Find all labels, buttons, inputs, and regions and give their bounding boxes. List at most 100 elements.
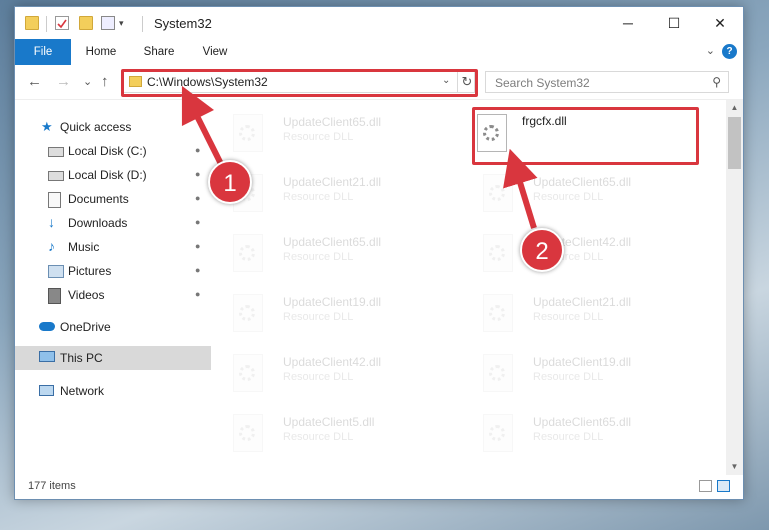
details-view-icon[interactable] <box>699 480 712 492</box>
scroll-thumb[interactable] <box>728 117 741 169</box>
quick-access-dropdown-icon[interactable]: ▾ <box>119 18 133 32</box>
search-box[interactable]: ⚲ <box>485 71 729 94</box>
sidebar-item-pictures[interactable]: Pictures ● <box>15 260 211 282</box>
sidebar-item-local-disk-d[interactable]: Local Disk (D:) ● <box>15 164 211 186</box>
monitor-icon <box>39 351 55 362</box>
address-highlight-box <box>121 69 478 97</box>
list-item[interactable]: UpdateClient65.dll Resource DLL <box>465 170 685 220</box>
file-type: Resource DLL <box>533 371 604 383</box>
sidebar-item-downloads[interactable]: ↓ Downloads ● <box>15 212 211 234</box>
sidebar-item-network[interactable]: Network <box>15 380 211 402</box>
file-name: UpdateClient42.dll <box>283 355 382 369</box>
sidebar-item-this-pc[interactable]: This PC <box>15 346 211 370</box>
minimize-button[interactable]: ─ <box>605 7 651 39</box>
forward-button[interactable]: → <box>56 73 71 90</box>
file-type: Resource DLL <box>283 311 354 323</box>
tab-share[interactable]: Share <box>135 39 183 65</box>
sidebar-item-label: Documents <box>68 192 129 206</box>
file-type: Resource DLL <box>283 191 354 203</box>
customize-icon[interactable] <box>101 16 115 30</box>
close-button[interactable]: ✕ <box>697 7 743 39</box>
drive-icon <box>48 147 64 157</box>
back-button[interactable]: ← <box>27 73 42 90</box>
list-item[interactable]: UpdateClient21.dll Resource DLL <box>465 290 685 340</box>
new-folder-icon[interactable] <box>79 16 93 30</box>
sidebar-item-label: Network <box>60 384 105 398</box>
list-item[interactable]: UpdateClient65.dll Resource DLL <box>465 410 685 460</box>
pictures-icon <box>48 265 64 278</box>
dll-file-icon <box>483 234 513 272</box>
sidebar-item-label: Downloads <box>68 216 128 230</box>
scroll-up-icon[interactable]: ▲ <box>726 100 743 116</box>
ribbon-tabs: File Home Share View ⌄ ? <box>15 39 743 65</box>
file-explorer-window: ▾ System32 ─ ☐ ✕ File Home Share View ⌄ … <box>14 6 744 500</box>
recent-locations-button[interactable]: ⌄ <box>83 75 92 88</box>
maximize-button[interactable]: ☐ <box>651 7 697 39</box>
file-type: Resource DLL <box>283 431 354 443</box>
dll-file-icon <box>233 234 263 272</box>
title-bar: ▾ System32 ─ ☐ ✕ <box>15 7 743 39</box>
sidebar-item-label: This PC <box>60 351 103 365</box>
divider <box>142 16 143 32</box>
dll-file-icon <box>233 354 263 392</box>
list-item[interactable]: UpdateClient42.dll Resource DLL <box>215 350 435 400</box>
tab-view[interactable]: View <box>191 39 239 65</box>
star-icon: ★ <box>41 119 53 134</box>
list-item[interactable]: UpdateClient19.dll Resource DLL <box>465 350 685 400</box>
list-item[interactable]: UpdateClient5.dll Resource DLL <box>215 410 435 460</box>
up-button[interactable]: ↑ <box>101 73 109 90</box>
scroll-down-icon[interactable]: ▼ <box>726 459 743 475</box>
tab-home[interactable]: Home <box>77 39 125 65</box>
dll-file-icon <box>483 354 513 392</box>
sidebar-item-label: Music <box>68 240 100 254</box>
tab-file[interactable]: File <box>15 39 71 65</box>
sidebar-item-quick-access[interactable]: ★ Quick access <box>15 116 211 138</box>
pin-icon: ● <box>195 145 201 155</box>
file-name: UpdateClient65.dll <box>283 115 382 129</box>
file-type: Resource DLL <box>533 191 604 203</box>
expand-ribbon-icon[interactable]: ⌄ <box>706 44 715 57</box>
pin-icon: ● <box>195 241 201 251</box>
file-name: UpdateClient21.dll <box>533 295 632 309</box>
sidebar-item-label: Pictures <box>68 264 112 278</box>
pin-icon: ● <box>195 169 201 179</box>
list-item[interactable]: UpdateClient19.dll Resource DLL <box>215 290 435 340</box>
sidebar-item-documents[interactable]: Documents ● <box>15 188 211 210</box>
divider <box>46 16 47 32</box>
dll-file-icon <box>233 114 263 152</box>
sidebar-item-videos[interactable]: Videos ● <box>15 284 211 306</box>
music-note-icon: ♪ <box>48 238 55 254</box>
sidebar-item-label: OneDrive <box>60 320 111 334</box>
search-icon[interactable]: ⚲ <box>712 75 721 89</box>
properties-icon[interactable] <box>55 16 69 30</box>
dll-file-icon <box>483 414 513 452</box>
cloud-icon <box>39 322 55 331</box>
file-name: UpdateClient65.dll <box>283 235 382 249</box>
pin-icon: ● <box>195 193 201 203</box>
videos-icon <box>48 288 61 304</box>
file-name: UpdateClient21.dll <box>283 175 382 189</box>
list-item[interactable]: UpdateClient65.dll Resource DLL <box>215 110 435 160</box>
list-item[interactable]: UpdateClient65.dll Resource DLL <box>215 230 435 280</box>
item-count: 177 items <box>28 480 76 492</box>
list-item[interactable]: UpdateClient42.dll Resource DLL <box>465 230 685 280</box>
file-name: UpdateClient19.dll <box>283 295 382 309</box>
sidebar-item-label: Local Disk (D:) <box>68 168 147 182</box>
sidebar-item-onedrive[interactable]: OneDrive <box>15 316 211 338</box>
large-icons-view-icon[interactable] <box>717 480 730 492</box>
file-name: UpdateClient65.dll <box>533 175 632 189</box>
callout-step-1: 1 <box>208 160 252 204</box>
file-type: Resource DLL <box>283 371 354 383</box>
vertical-scrollbar[interactable]: ▲ ▼ <box>726 100 743 475</box>
download-arrow-icon: ↓ <box>48 214 55 230</box>
help-icon[interactable]: ? <box>722 44 737 59</box>
pin-icon: ● <box>195 217 201 227</box>
documents-icon <box>48 192 61 208</box>
search-input[interactable] <box>486 72 707 94</box>
callout-step-2: 2 <box>520 228 564 272</box>
pin-icon: ● <box>195 265 201 275</box>
file-highlight-box <box>472 107 699 165</box>
sidebar-item-music[interactable]: ♪ Music ● <box>15 236 211 258</box>
file-name: UpdateClient19.dll <box>533 355 632 369</box>
sidebar-item-local-disk-c[interactable]: Local Disk (C:) ● <box>15 140 211 162</box>
